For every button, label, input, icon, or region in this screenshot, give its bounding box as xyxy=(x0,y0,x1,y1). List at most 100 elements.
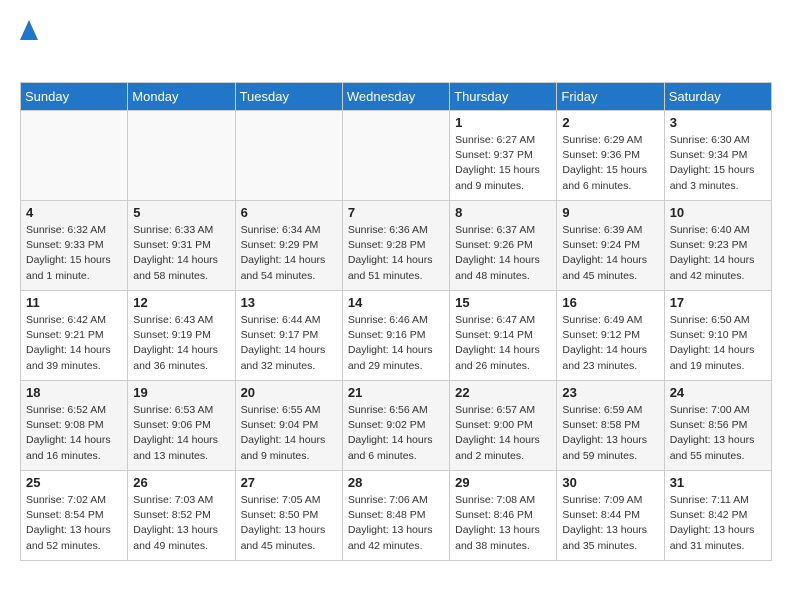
day-number: 30 xyxy=(562,475,658,490)
day-info: Sunrise: 7:08 AMSunset: 8:46 PMDaylight:… xyxy=(455,493,551,554)
calendar-cell-w1-d1: 5 Sunrise: 6:33 AMSunset: 9:31 PMDaylight… xyxy=(128,201,235,291)
calendar-cell-w4-d3: 28 Sunrise: 7:06 AMSunset: 8:48 PMDayligh… xyxy=(342,471,449,561)
day-number: 19 xyxy=(133,385,229,400)
day-info: Sunrise: 6:56 AMSunset: 9:02 PMDaylight:… xyxy=(348,403,444,464)
calendar-cell-w3-d1: 19 Sunrise: 6:53 AMSunset: 9:06 PMDayligh… xyxy=(128,381,235,471)
day-info: Sunrise: 6:37 AMSunset: 9:26 PMDaylight:… xyxy=(455,223,551,284)
calendar-cell-w0-d4: 1Sunrise: 6:27 AMSunset: 9:37 PMDaylight… xyxy=(450,111,557,201)
day-number: 15 xyxy=(455,295,551,310)
day-info: Sunrise: 7:05 AMSunset: 8:50 PMDaylight:… xyxy=(241,493,337,554)
day-number: 2 xyxy=(562,115,658,130)
calendar-cell-w2-d0: 11 Sunrise: 6:42 AMSunset: 9:21 PMDayligh… xyxy=(21,291,128,381)
day-number: 28 xyxy=(348,475,444,490)
day-number: 20 xyxy=(241,385,337,400)
calendar-cell-w4-d6: 31 Sunrise: 7:11 AMSunset: 8:42 PMDayligh… xyxy=(664,471,771,561)
day-number: 1 xyxy=(455,115,551,130)
calendar-cell-w3-d2: 20Sunrise: 6:55 AMSunset: 9:04 PMDayligh… xyxy=(235,381,342,471)
day-info: Sunrise: 6:59 AMSunset: 8:58 PMDaylight:… xyxy=(562,403,658,464)
col-header-monday: Monday xyxy=(128,83,235,111)
calendar-cell-w1-d6: 10 Sunrise: 6:40 AMSunset: 9:23 PMDayligh… xyxy=(664,201,771,291)
calendar-cell-w4-d5: 30 Sunrise: 7:09 AMSunset: 8:44 PMDayligh… xyxy=(557,471,664,561)
day-number: 3 xyxy=(670,115,766,130)
day-info: Sunrise: 6:46 AMSunset: 9:16 PMDaylight:… xyxy=(348,313,444,374)
day-number: 31 xyxy=(670,475,766,490)
calendar-cell-w3-d3: 21 Sunrise: 6:56 AMSunset: 9:02 PMDayligh… xyxy=(342,381,449,471)
day-number: 6 xyxy=(241,205,337,220)
calendar-cell-w3-d6: 24 Sunrise: 7:00 AMSunset: 8:56 PMDayligh… xyxy=(664,381,771,471)
day-info: Sunrise: 6:42 AMSunset: 9:21 PMDaylight:… xyxy=(26,313,122,374)
day-number: 25 xyxy=(26,475,122,490)
day-number: 16 xyxy=(562,295,658,310)
day-info: Sunrise: 6:29 AMSunset: 9:36 PMDaylight:… xyxy=(562,133,658,194)
day-info: Sunrise: 6:39 AMSunset: 9:24 PMDaylight:… xyxy=(562,223,658,284)
calendar-table: SundayMondayTuesdayWednesdayThursdayFrid… xyxy=(20,82,772,561)
day-info: Sunrise: 7:11 AMSunset: 8:42 PMDaylight:… xyxy=(670,493,766,554)
day-info: Sunrise: 6:47 AMSunset: 9:14 PMDaylight:… xyxy=(455,313,551,374)
day-info: Sunrise: 6:36 AMSunset: 9:28 PMDaylight:… xyxy=(348,223,444,284)
calendar-cell-w1-d2: 6 Sunrise: 6:34 AMSunset: 9:29 PMDaylight… xyxy=(235,201,342,291)
day-info: Sunrise: 6:50 AMSunset: 9:10 PMDaylight:… xyxy=(670,313,766,374)
calendar-cell-w0-d0 xyxy=(21,111,128,201)
day-number: 12 xyxy=(133,295,229,310)
calendar-cell-w1-d3: 7 Sunrise: 6:36 AMSunset: 9:28 PMDaylight… xyxy=(342,201,449,291)
day-number: 11 xyxy=(26,295,122,310)
day-info: Sunrise: 7:00 AMSunset: 8:56 PMDaylight:… xyxy=(670,403,766,464)
col-header-wednesday: Wednesday xyxy=(342,83,449,111)
calendar-cell-w2-d5: 16 Sunrise: 6:49 AMSunset: 9:12 PMDayligh… xyxy=(557,291,664,381)
day-number: 22 xyxy=(455,385,551,400)
day-number: 7 xyxy=(348,205,444,220)
day-info: Sunrise: 7:03 AMSunset: 8:52 PMDaylight:… xyxy=(133,493,229,554)
calendar-cell-w0-d3 xyxy=(342,111,449,201)
day-info: Sunrise: 6:32 AMSunset: 9:33 PMDaylight:… xyxy=(26,223,122,284)
day-info: Sunrise: 6:44 AMSunset: 9:17 PMDaylight:… xyxy=(241,313,337,374)
day-number: 21 xyxy=(348,385,444,400)
day-info: Sunrise: 6:34 AMSunset: 9:29 PMDaylight:… xyxy=(241,223,337,284)
day-number: 23 xyxy=(562,385,658,400)
day-number: 5 xyxy=(133,205,229,220)
day-number: 9 xyxy=(562,205,658,220)
day-number: 29 xyxy=(455,475,551,490)
calendar-cell-w3-d0: 18Sunrise: 6:52 AMSunset: 9:08 PMDayligh… xyxy=(21,381,128,471)
day-info: Sunrise: 6:57 AMSunset: 9:00 PMDaylight:… xyxy=(455,403,551,464)
day-info: Sunrise: 6:43 AMSunset: 9:19 PMDaylight:… xyxy=(133,313,229,374)
calendar-cell-w3-d4: 22 Sunrise: 6:57 AMSunset: 9:00 PMDayligh… xyxy=(450,381,557,471)
day-number: 18 xyxy=(26,385,122,400)
calendar-cell-w1-d5: 9 Sunrise: 6:39 AMSunset: 9:24 PMDaylight… xyxy=(557,201,664,291)
calendar-cell-w3-d5: 23 Sunrise: 6:59 AMSunset: 8:58 PMDayligh… xyxy=(557,381,664,471)
calendar-cell-w2-d4: 15 Sunrise: 6:47 AMSunset: 9:14 PMDayligh… xyxy=(450,291,557,381)
day-info: Sunrise: 6:30 AMSunset: 9:34 PMDaylight:… xyxy=(670,133,766,194)
col-header-thursday: Thursday xyxy=(450,83,557,111)
day-number: 27 xyxy=(241,475,337,490)
day-info: Sunrise: 6:53 AMSunset: 9:06 PMDaylight:… xyxy=(133,403,229,464)
day-info: Sunrise: 7:09 AMSunset: 8:44 PMDaylight:… xyxy=(562,493,658,554)
day-number: 4 xyxy=(26,205,122,220)
col-header-sunday: Sunday xyxy=(21,83,128,111)
day-number: 26 xyxy=(133,475,229,490)
calendar-cell-w4-d1: 26 Sunrise: 7:03 AMSunset: 8:52 PMDayligh… xyxy=(128,471,235,561)
calendar-cell-w2-d6: 17 Sunrise: 6:50 AMSunset: 9:10 PMDayligh… xyxy=(664,291,771,381)
calendar-cell-w1-d0: 4 Sunrise: 6:32 AMSunset: 9:33 PMDaylight… xyxy=(21,201,128,291)
day-info: Sunrise: 6:33 AMSunset: 9:31 PMDaylight:… xyxy=(133,223,229,284)
calendar-cell-w2-d3: 14Sunrise: 6:46 AMSunset: 9:16 PMDayligh… xyxy=(342,291,449,381)
day-number: 17 xyxy=(670,295,766,310)
logo-triangle xyxy=(20,20,38,46)
calendar-cell-w1-d4: 8 Sunrise: 6:37 AMSunset: 9:26 PMDaylight… xyxy=(450,201,557,291)
calendar-cell-w4-d4: 29 Sunrise: 7:08 AMSunset: 8:46 PMDayligh… xyxy=(450,471,557,561)
calendar-cell-w2-d1: 12 Sunrise: 6:43 AMSunset: 9:19 PMDayligh… xyxy=(128,291,235,381)
col-header-friday: Friday xyxy=(557,83,664,111)
calendar-cell-w0-d2 xyxy=(235,111,342,201)
logo xyxy=(20,20,38,72)
day-number: 8 xyxy=(455,205,551,220)
calendar-cell-w0-d1 xyxy=(128,111,235,201)
day-info: Sunrise: 6:40 AMSunset: 9:23 PMDaylight:… xyxy=(670,223,766,284)
calendar-cell-w0-d6: 3 Sunrise: 6:30 AMSunset: 9:34 PMDaylight… xyxy=(664,111,771,201)
calendar-cell-w0-d5: 2 Sunrise: 6:29 AMSunset: 9:36 PMDaylight… xyxy=(557,111,664,201)
day-info: Sunrise: 7:02 AMSunset: 8:54 PMDaylight:… xyxy=(26,493,122,554)
calendar-cell-w4-d0: 25 Sunrise: 7:02 AMSunset: 8:54 PMDayligh… xyxy=(21,471,128,561)
day-number: 13 xyxy=(241,295,337,310)
day-number: 10 xyxy=(670,205,766,220)
calendar-cell-w2-d2: 13 Sunrise: 6:44 AMSunset: 9:17 PMDayligh… xyxy=(235,291,342,381)
day-info: Sunrise: 7:06 AMSunset: 8:48 PMDaylight:… xyxy=(348,493,444,554)
day-info: Sunrise: 6:49 AMSunset: 9:12 PMDaylight:… xyxy=(562,313,658,374)
day-number: 24 xyxy=(670,385,766,400)
